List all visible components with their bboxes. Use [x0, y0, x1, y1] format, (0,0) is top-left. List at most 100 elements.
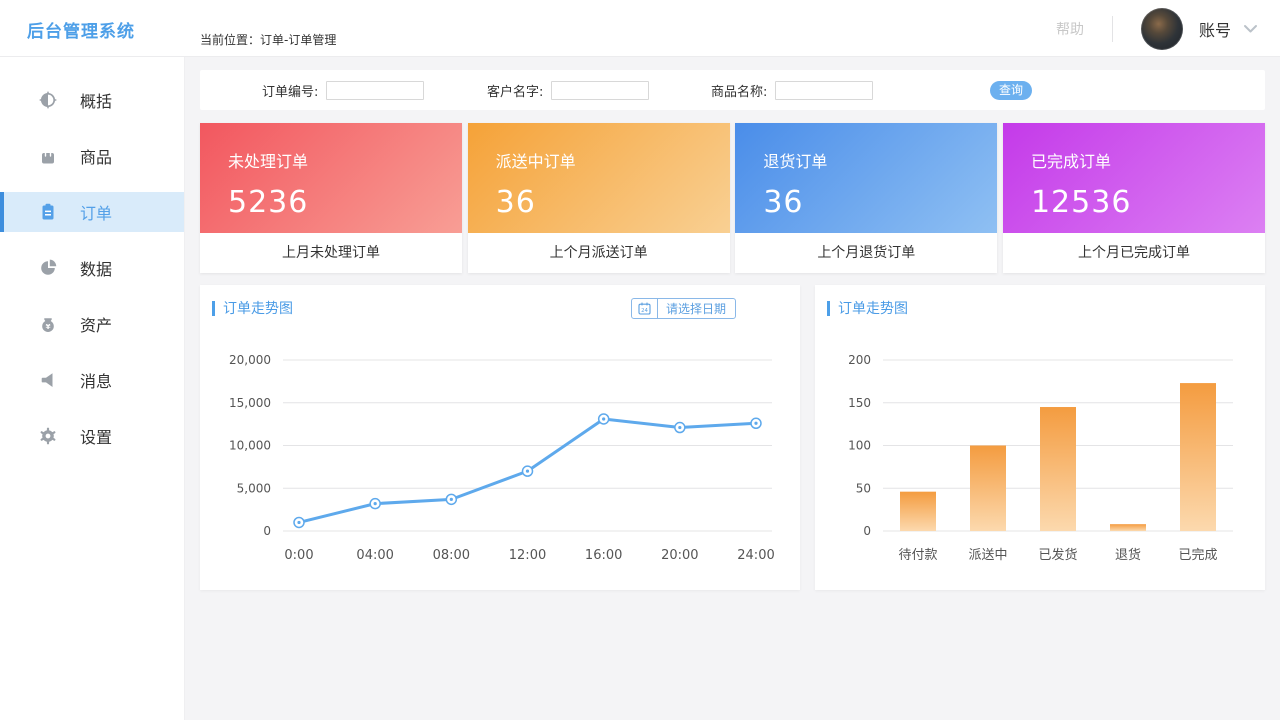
svg-text:24:00: 24:00	[737, 548, 774, 563]
svg-text:5,000: 5,000	[237, 481, 271, 495]
account-label[interactable]: 账号	[1199, 17, 1231, 41]
sidebar-item-label: 资产	[80, 312, 112, 336]
title-accent-bar	[827, 301, 830, 316]
svg-text:已完成: 已完成	[1178, 548, 1217, 563]
svg-text:0: 0	[263, 524, 271, 538]
stat-card-value: 12536	[1031, 185, 1265, 220]
stat-card-top: 已完成订单 12536	[1003, 123, 1265, 233]
clipboard-icon	[38, 202, 58, 222]
charts-row: 订单走势图 24 请选择日期 05,00010,00015,00020,0000…	[200, 285, 1265, 590]
svg-text:派送中: 派送中	[968, 548, 1007, 563]
stat-card-top: 派送中订单 36	[468, 123, 730, 233]
svg-text:20,000: 20,000	[229, 353, 271, 367]
main-content: 订单编号: 客户名字: 商品名称: 查询 未处理订单 5236 上月未处理订单	[200, 70, 1265, 590]
svg-text:10,000: 10,000	[229, 439, 271, 453]
breadcrumb: 当前位置：订单-订单管理	[200, 31, 336, 48]
header-right: 帮助 账号	[1056, 0, 1258, 57]
pie-chart-icon	[38, 258, 58, 278]
svg-text:退货: 退货	[1115, 547, 1141, 563]
sidebar-item-orders[interactable]: 订单	[0, 192, 184, 232]
order-number-label: 订单编号:	[262, 81, 318, 100]
sidebar-item-overview[interactable]: 概括	[0, 80, 184, 120]
customer-name-input[interactable]	[551, 81, 649, 100]
customer-name-label: 客户名字:	[487, 81, 543, 100]
svg-text:0: 0	[863, 524, 871, 538]
svg-text:24: 24	[641, 308, 648, 314]
svg-text:¥: ¥	[46, 323, 51, 331]
product-name-input[interactable]	[775, 81, 873, 100]
top-header: 后台管理系统 当前位置：订单-订单管理 帮助 账号	[0, 0, 1280, 57]
speaker-icon	[38, 370, 58, 390]
stat-card-footer: 上个月已完成订单	[1003, 233, 1265, 273]
search-button[interactable]: 查询	[990, 81, 1032, 100]
stat-card-title: 未处理订单	[228, 148, 462, 172]
date-picker[interactable]: 24 请选择日期	[631, 298, 736, 319]
sidebar-item-label: 数据	[80, 256, 112, 280]
stat-card-unprocessed: 未处理订单 5236 上月未处理订单	[200, 123, 462, 273]
stat-card-top: 未处理订单 5236	[200, 123, 462, 233]
sidebar-item-label: 设置	[80, 424, 112, 448]
stat-card-delivering: 派送中订单 36 上个月派送订单	[468, 123, 730, 273]
svg-text:0:00: 0:00	[284, 548, 313, 563]
stat-card-title: 退货订单	[763, 148, 997, 172]
stat-card-footer: 上个月派送订单	[468, 233, 730, 273]
svg-text:08:00: 08:00	[433, 548, 470, 563]
svg-text:50: 50	[856, 481, 871, 495]
shopping-bag-icon	[38, 146, 58, 166]
stat-card-title: 派送中订单	[496, 148, 730, 172]
sidebar-item-products[interactable]: 商品	[0, 136, 184, 176]
line-chart-title: 订单走势图	[223, 298, 293, 318]
stat-card-completed: 已完成订单 12536 上个月已完成订单	[1003, 123, 1265, 273]
bar-chart-panel: 订单走势图 0 50 100 150 200 待付款 派送中 已发货 退货 已完成	[815, 285, 1265, 590]
header-divider	[1112, 16, 1113, 42]
help-link[interactable]: 帮助	[1056, 19, 1084, 39]
title-accent-bar	[212, 301, 215, 316]
svg-text:16:00: 16:00	[585, 548, 622, 563]
stat-card-footer: 上月未处理订单	[200, 233, 462, 273]
sidebar-item-data[interactable]: 数据	[0, 248, 184, 288]
svg-text:待付款: 待付款	[898, 548, 937, 563]
search-panel: 订单编号: 客户名字: 商品名称: 查询	[200, 70, 1265, 110]
line-chart-panel: 订单走势图 24 请选择日期 05,00010,00015,00020,0000…	[200, 285, 800, 590]
svg-text:12:00: 12:00	[509, 548, 546, 563]
bar-chart-title: 订单走势图	[838, 298, 908, 318]
svg-text:150: 150	[848, 396, 871, 410]
order-number-input[interactable]	[326, 81, 424, 100]
stat-card-returns: 退货订单 36 上个月退货订单	[735, 123, 997, 273]
sidebar: 概括 商品 订单 数据	[0, 57, 185, 720]
money-bag-icon: ¥	[38, 314, 58, 334]
svg-text:200: 200	[848, 353, 871, 367]
product-name-label: 商品名称:	[711, 81, 767, 100]
avatar[interactable]	[1141, 8, 1183, 50]
sidebar-item-label: 消息	[80, 368, 112, 392]
calendar-icon: 24	[638, 302, 651, 315]
date-picker-divider	[657, 298, 658, 319]
svg-text:04:00: 04:00	[356, 548, 393, 563]
sidebar-item-label: 商品	[80, 144, 112, 168]
chevron-down-icon[interactable]	[1243, 24, 1258, 34]
stat-card-value: 36	[763, 185, 997, 220]
stat-cards-row: 未处理订单 5236 上月未处理订单 派送中订单 36 上个月派送订单 退货订单…	[200, 123, 1265, 273]
date-picker-label: 请选择日期	[666, 300, 726, 317]
stat-card-value: 36	[496, 185, 730, 220]
svg-text:已发货: 已发货	[1038, 547, 1077, 563]
bar-chart-header: 订单走势图	[815, 285, 1265, 318]
sidebar-item-label: 概括	[80, 88, 112, 112]
stat-card-footer: 上个月退货订单	[735, 233, 997, 273]
svg-text:15,000: 15,000	[229, 396, 271, 410]
sidebar-item-assets[interactable]: ¥ 资产	[0, 304, 184, 344]
line-chart: 0 5,000 10,000 15,000 20,000 0:00 04:00 08:00 12…	[208, 340, 788, 575]
gear-icon	[38, 426, 58, 446]
sidebar-item-messages[interactable]: 消息	[0, 360, 184, 400]
order-number-field-group: 订单编号:	[262, 70, 424, 110]
sidebar-item-settings[interactable]: 设置	[0, 416, 184, 456]
product-name-field-group: 商品名称:	[711, 70, 873, 110]
stat-card-title: 已完成订单	[1031, 148, 1265, 172]
app-logo[interactable]: 后台管理系统	[27, 17, 135, 42]
customer-name-field-group: 客户名字:	[487, 70, 649, 110]
overview-icon	[38, 90, 58, 110]
bar-chart: 0 50 100 150 200 待付款 派送中 已发货 退货 已完成	[823, 340, 1253, 575]
stat-card-value: 5236	[228, 185, 462, 220]
stat-card-top: 退货订单 36	[735, 123, 997, 233]
svg-text:100: 100	[848, 439, 871, 453]
